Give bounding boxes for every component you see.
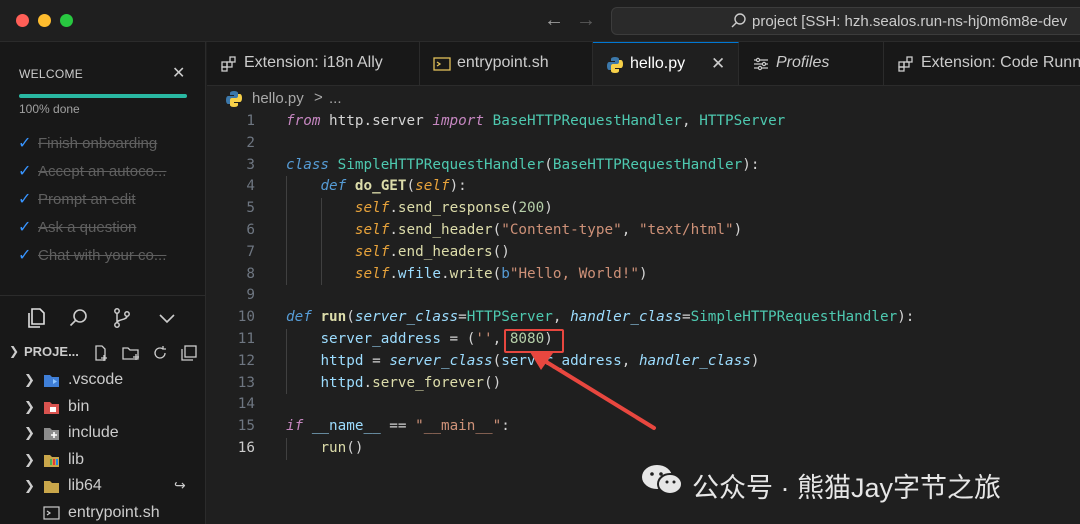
watermark: 公众号 · 熊猫Jay字节之旅 — [640, 462, 1001, 503]
annotation-arrow-icon — [530, 352, 656, 430]
wechat-icon — [642, 465, 683, 495]
watermark-text: 公众号 · 熊猫Jay字节之旅 — [692, 473, 1002, 503]
